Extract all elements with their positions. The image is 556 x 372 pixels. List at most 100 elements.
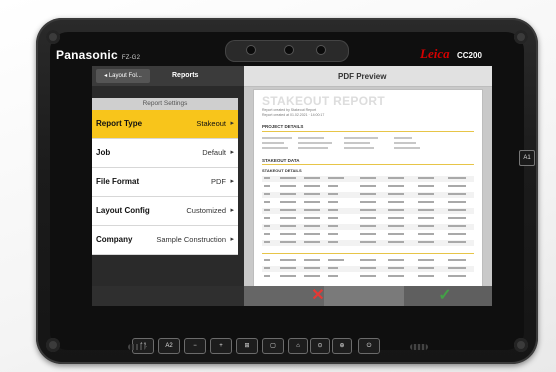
text-placeholder bbox=[298, 137, 324, 139]
section-heading: STAKEOUT DATA bbox=[262, 158, 300, 163]
table-cell bbox=[280, 177, 296, 179]
key-home[interactable]: ⌂ bbox=[288, 338, 308, 354]
table-cell bbox=[264, 217, 270, 219]
table-cell bbox=[264, 225, 270, 227]
setting-file-format[interactable]: File Format PDF ▸ bbox=[92, 168, 238, 197]
table-cell bbox=[264, 267, 270, 269]
setting-value: Stakeout bbox=[196, 119, 226, 128]
text-placeholder bbox=[394, 142, 416, 144]
device-model-cc200: CC200 bbox=[457, 51, 482, 60]
table-cell bbox=[418, 201, 434, 203]
table-cell bbox=[264, 233, 270, 235]
key-a2[interactable]: A2 bbox=[158, 338, 180, 354]
table-cell bbox=[264, 177, 270, 179]
x-icon[interactable]: ✕ bbox=[310, 288, 326, 304]
pdf-preview-panel: PDF Preview STAKEOUT REPORT Report creat… bbox=[244, 66, 492, 306]
table-cell bbox=[280, 217, 296, 219]
key-minus[interactable]: − bbox=[184, 338, 206, 354]
table-cell bbox=[418, 233, 434, 235]
setting-job[interactable]: Job Default ▸ bbox=[92, 139, 238, 168]
table-cell bbox=[388, 259, 404, 261]
table-cell bbox=[360, 241, 376, 243]
chevron-right-icon: ▸ bbox=[230, 149, 234, 156]
table-cell bbox=[448, 177, 466, 179]
check-icon[interactable]: ✓ bbox=[437, 288, 453, 304]
table-cell bbox=[388, 185, 404, 187]
pdf-preview-title: PDF Preview bbox=[338, 72, 387, 81]
back-button[interactable]: ◂ Layout Fol... bbox=[96, 69, 150, 83]
setting-value: Customized bbox=[186, 206, 226, 215]
corner-bolt-icon bbox=[46, 338, 60, 352]
chevron-right-icon: ▸ bbox=[230, 207, 234, 214]
table-cell bbox=[388, 209, 404, 211]
table-cell bbox=[448, 201, 466, 203]
key-settings[interactable]: ⊕ bbox=[332, 338, 352, 354]
setting-value: PDF bbox=[211, 177, 226, 186]
key-plus[interactable]: + bbox=[210, 338, 232, 354]
table-cell bbox=[304, 193, 320, 195]
table-cell bbox=[328, 259, 344, 261]
corner-bolt-icon bbox=[46, 30, 60, 44]
table-cell bbox=[264, 259, 270, 261]
key-power[interactable]: ⏻ bbox=[358, 338, 380, 354]
key-page[interactable]: ▢ bbox=[262, 338, 284, 354]
table-row bbox=[262, 240, 474, 246]
leica-logo: Leica bbox=[420, 46, 450, 61]
table-cell bbox=[304, 225, 320, 227]
setting-layout-config[interactable]: Layout Config Customized ▸ bbox=[92, 197, 238, 226]
table-cell bbox=[448, 275, 466, 277]
table-row bbox=[262, 232, 474, 238]
section-divider bbox=[262, 131, 474, 132]
table-cell bbox=[448, 209, 466, 211]
table-cell bbox=[388, 201, 404, 203]
speaker-grill bbox=[128, 344, 146, 350]
text-placeholder bbox=[344, 147, 374, 149]
reports-header: ◂ Layout Fol... Reports bbox=[92, 66, 244, 86]
table-cell bbox=[280, 225, 296, 227]
table-cell bbox=[328, 217, 338, 219]
section-divider bbox=[262, 164, 474, 165]
table-cell bbox=[388, 241, 404, 243]
table-cell bbox=[328, 275, 338, 277]
table-cell bbox=[360, 225, 376, 227]
chevron-right-icon: ▸ bbox=[230, 120, 234, 127]
action-bar: ✕ ✓ bbox=[92, 286, 492, 306]
table-cell bbox=[418, 259, 434, 261]
action-bar-segment bbox=[324, 286, 404, 306]
table-row bbox=[262, 192, 474, 198]
section-heading: STAKEOUT DETAILS bbox=[262, 168, 302, 173]
table-cell bbox=[264, 241, 270, 243]
text-placeholder bbox=[394, 147, 420, 149]
table-cell bbox=[280, 233, 296, 235]
report-settings: Report Settings Report Type Stakeout ▸ J… bbox=[92, 98, 238, 255]
table-cell bbox=[388, 233, 404, 235]
table-cell bbox=[328, 209, 338, 211]
table-cell bbox=[304, 201, 320, 203]
table-cell bbox=[264, 193, 270, 195]
table-cell bbox=[280, 267, 296, 269]
action-bar-left bbox=[92, 286, 244, 306]
table-row bbox=[262, 184, 474, 190]
key-windows[interactable]: ⊞ bbox=[236, 338, 258, 354]
pdf-page[interactable]: STAKEOUT REPORT Report created by Stakeo… bbox=[254, 90, 482, 286]
device-brand: Panasonic FZ-G2 bbox=[56, 48, 140, 62]
brand-name: Panasonic bbox=[56, 48, 118, 62]
table-cell bbox=[304, 241, 320, 243]
table-cell bbox=[280, 241, 296, 243]
pdf-preview-header: PDF Preview bbox=[244, 66, 492, 87]
table-row bbox=[262, 258, 474, 264]
table-cell bbox=[448, 259, 466, 261]
table-cell bbox=[280, 185, 296, 187]
setting-value: Default bbox=[202, 148, 226, 157]
setting-label: Report Type bbox=[96, 119, 143, 128]
corner-bolt-icon bbox=[514, 338, 528, 352]
chevron-right-icon: ▸ bbox=[230, 178, 234, 185]
table-cell bbox=[418, 241, 434, 243]
back-button-label: Layout Fol... bbox=[108, 73, 142, 79]
table-cell bbox=[388, 217, 404, 219]
setting-report-type[interactable]: Report Type Stakeout ▸ bbox=[92, 110, 238, 139]
side-button-a1[interactable]: A1 bbox=[519, 150, 535, 166]
table-cell bbox=[388, 193, 404, 195]
setting-company[interactable]: Company Sample Construction ▸ bbox=[92, 226, 238, 255]
key-target[interactable]: ⊙ bbox=[310, 338, 330, 354]
